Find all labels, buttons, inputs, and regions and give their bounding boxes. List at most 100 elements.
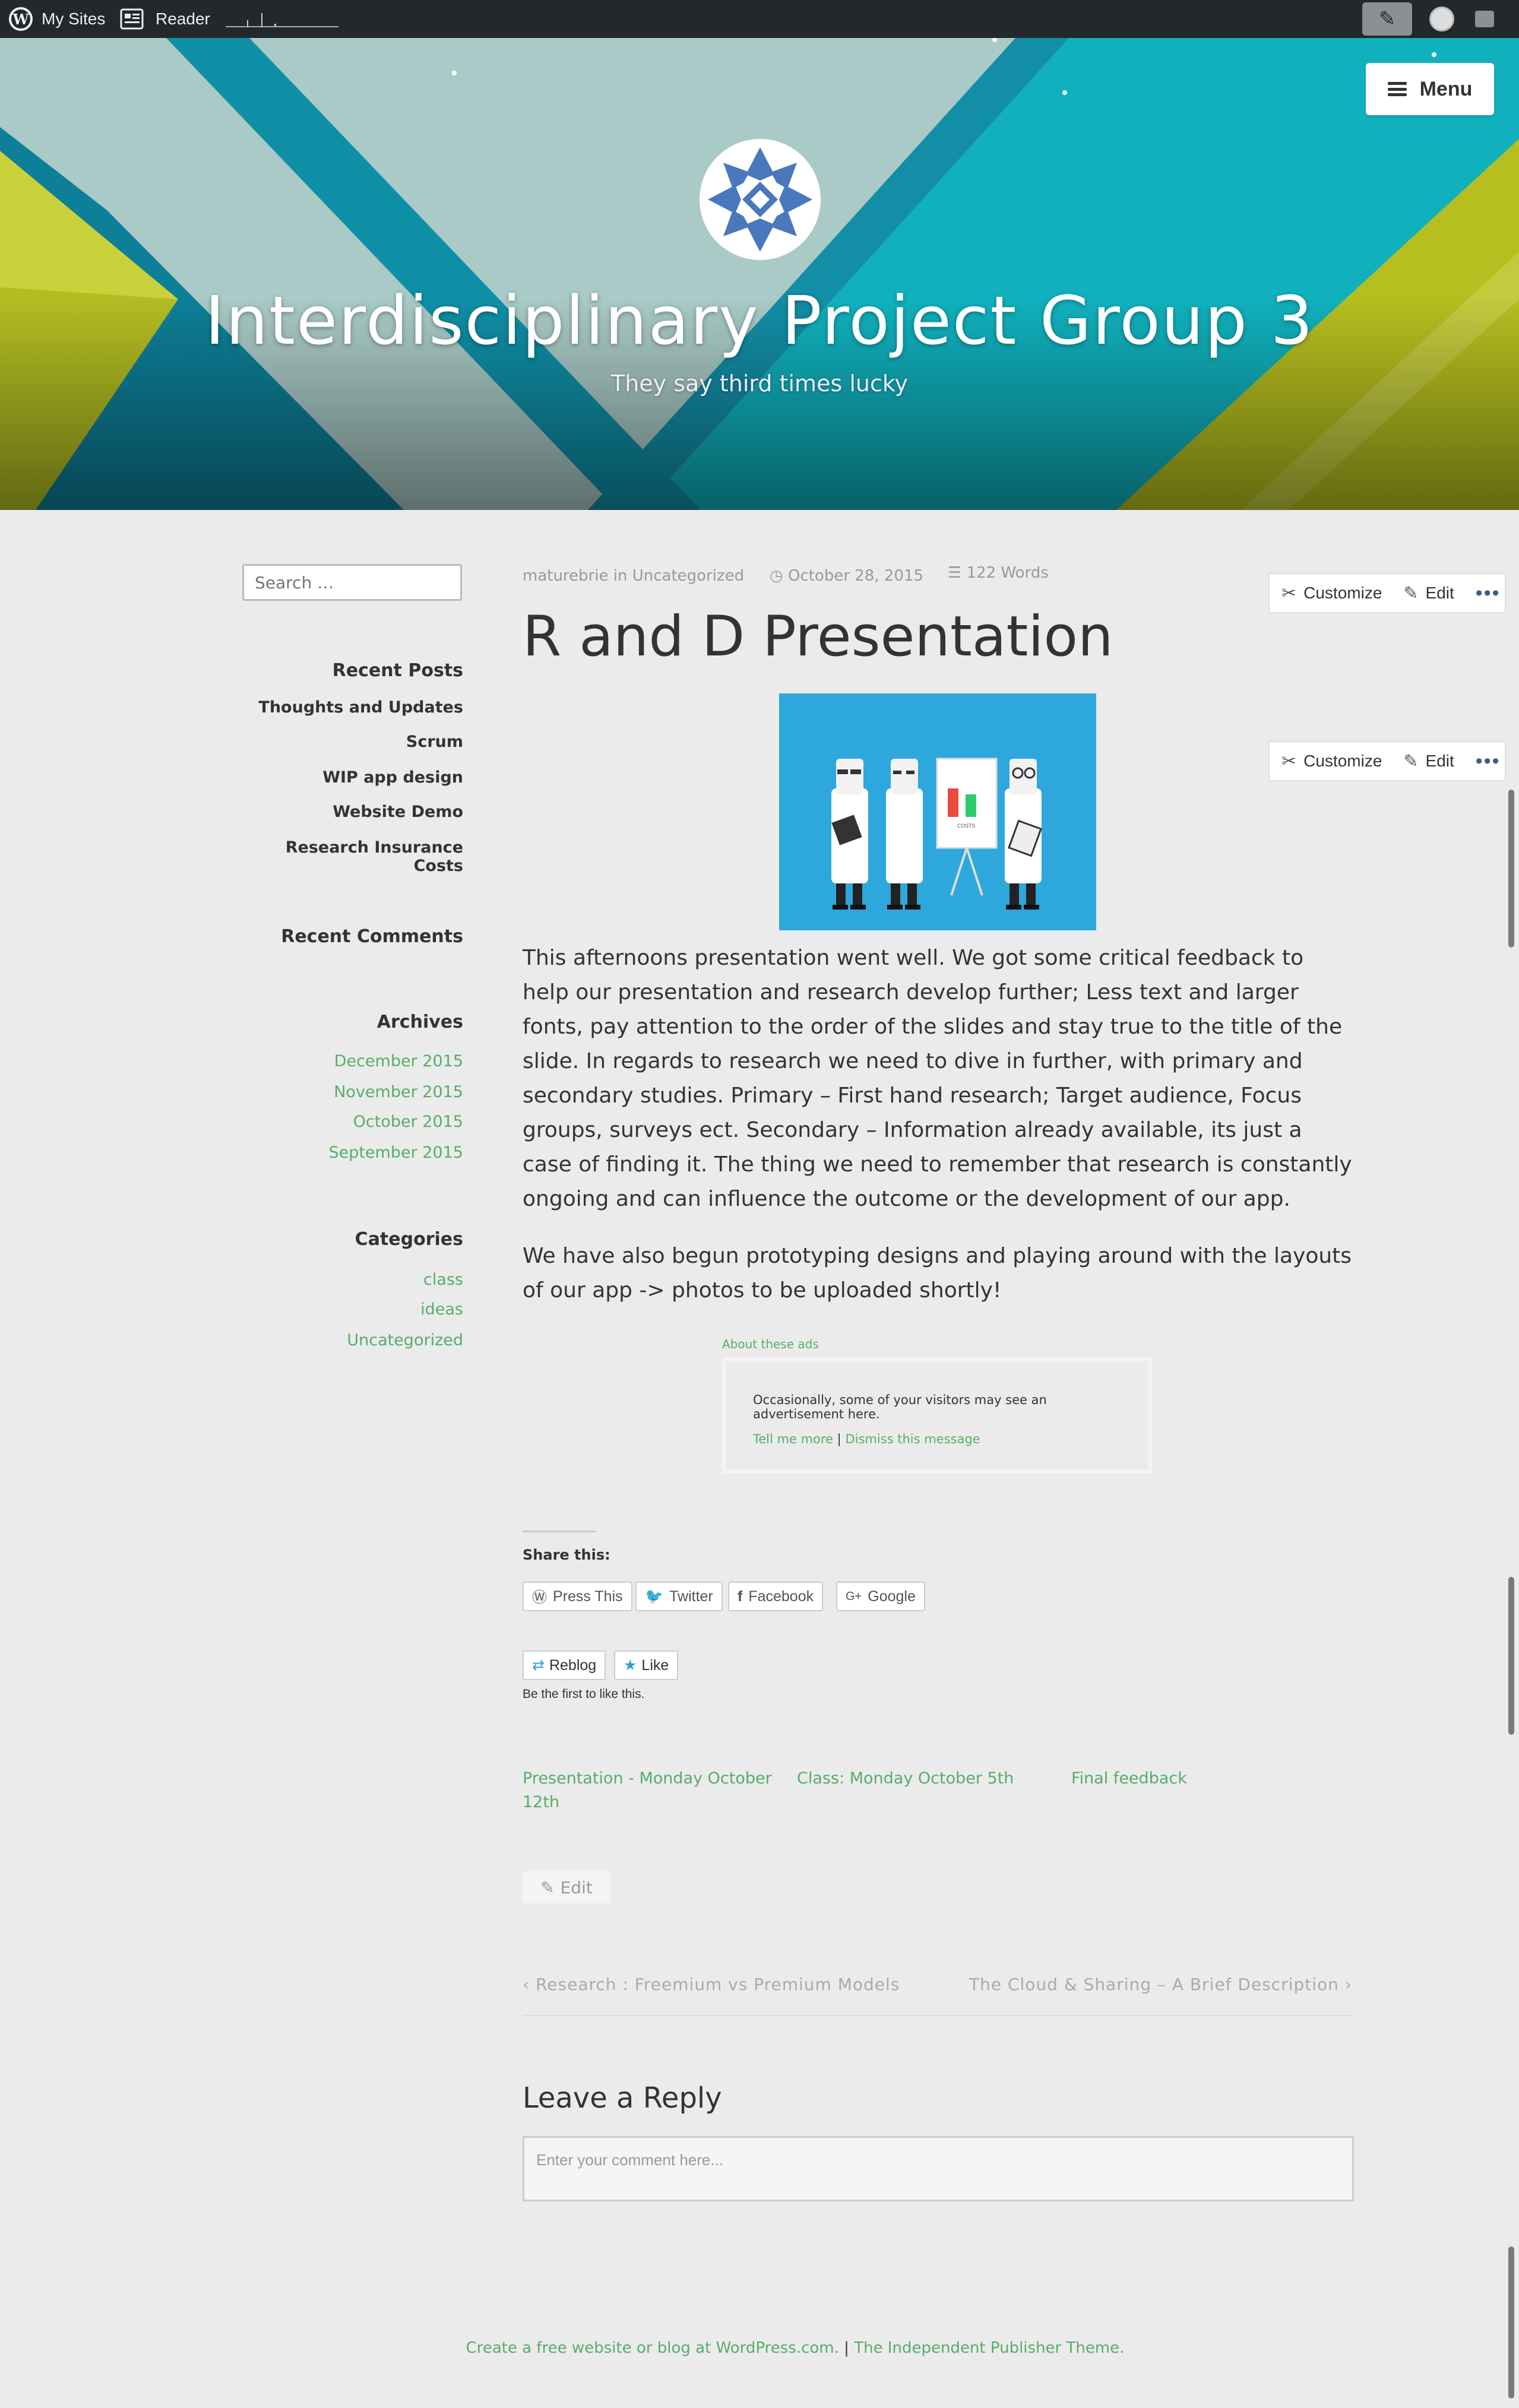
scrollbar-thumb[interactable] xyxy=(1508,1577,1514,1735)
share-divider xyxy=(523,1531,596,1532)
word-count-meta: ☰ 122 Words xyxy=(948,564,1049,582)
site-logo[interactable] xyxy=(700,139,821,260)
ad-notice-box: Occasionally, some of your visitors may … xyxy=(722,1357,1152,1474)
edit-toolbar: ✂ Customize ✎ Edit ••• xyxy=(1268,741,1506,781)
facebook-icon: f xyxy=(738,1588,743,1605)
share-title: Share this: xyxy=(523,1547,610,1563)
clock-icon: ◷ xyxy=(770,567,783,585)
post-paragraph: This afternoons presentation went well. … xyxy=(523,946,1352,1211)
reblog-icon: ⇄ xyxy=(532,1657,545,1674)
post-paragraph: We have also begun prototyping designs a… xyxy=(523,1244,1352,1303)
related-post-link[interactable]: Final feedback xyxy=(1071,1767,1321,1791)
star-icon: ★ xyxy=(624,1657,637,1674)
customize-icon: ✂ xyxy=(1281,583,1297,603)
post-title: R and D Presentation xyxy=(523,604,1113,669)
pencil-plus-icon: ✎ xyxy=(1362,2,1412,36)
pencil-icon: ✎ xyxy=(1403,751,1419,771)
more-options-icon[interactable]: ••• xyxy=(1476,750,1501,773)
author-link[interactable]: maturebrie xyxy=(523,567,608,585)
archive-link[interactable]: October 2015 xyxy=(353,1113,463,1131)
share-label: Twitter xyxy=(669,1588,713,1605)
navigation-divider xyxy=(523,2015,1354,2016)
more-options-icon[interactable]: ••• xyxy=(1476,582,1501,605)
stats-sparkline[interactable] xyxy=(226,0,344,38)
customize-button[interactable]: Customize xyxy=(1303,752,1382,771)
post-date[interactable]: October 28, 2015 xyxy=(788,567,923,585)
recent-post-link[interactable]: Website Demo xyxy=(333,803,463,821)
post-date-meta: ◷ October 28, 2015 xyxy=(770,567,923,585)
press-this-button[interactable]: Ⓦ Press This xyxy=(523,1582,632,1611)
theme-link[interactable]: The Independent Publisher Theme. xyxy=(854,2339,1124,2357)
footer-separator: | xyxy=(844,2339,849,2357)
category-link[interactable]: class xyxy=(423,1270,463,1289)
like-button[interactable]: ★ Like xyxy=(614,1650,679,1680)
category-link[interactable]: Uncategorized xyxy=(632,567,744,585)
notifications-icon[interactable] xyxy=(1470,0,1499,38)
google-share-button[interactable]: G+ Google xyxy=(836,1582,925,1611)
site-header: Menu Interdisciplinary Project Group 3 T… xyxy=(0,38,1519,510)
archives-title: Archives xyxy=(376,1012,463,1032)
twitter-share-button[interactable]: 🐦 Twitter xyxy=(635,1582,723,1611)
scrollbar-thumb[interactable] xyxy=(1508,2247,1514,2399)
archive-link[interactable]: December 2015 xyxy=(334,1052,463,1070)
header-background xyxy=(0,38,1519,510)
facebook-share-button[interactable]: f Facebook xyxy=(728,1582,824,1611)
post-edit-button[interactable]: ✎ Edit xyxy=(523,1871,610,1903)
hamburger-icon xyxy=(1387,82,1407,96)
recent-posts-title: Recent Posts xyxy=(332,660,463,681)
menu-button[interactable]: Menu xyxy=(1366,63,1494,115)
site-title[interactable]: Interdisciplinary Project Group 3 xyxy=(0,283,1519,360)
word-count-icon: ☰ xyxy=(948,564,962,582)
related-post-link[interactable]: Presentation - Monday October 12th xyxy=(523,1767,772,1814)
reply-title: Leave a Reply xyxy=(523,2081,722,2115)
previous-post-link[interactable]: ‹ Research : Freemium vs Premium Models xyxy=(523,1975,900,1994)
dismiss-message-link[interactable]: Dismiss this message xyxy=(845,1432,980,1446)
ad-link-separator: | xyxy=(837,1432,841,1446)
category-link[interactable]: ideas xyxy=(420,1300,463,1319)
edit-button[interactable]: Edit xyxy=(1426,752,1454,771)
wordpress-logo-icon[interactable]: W xyxy=(6,0,36,38)
customize-icon: ✂ xyxy=(1281,751,1297,771)
edit-toolbar: ✂ Customize ✎ Edit ••• xyxy=(1268,573,1506,613)
twitter-icon: 🐦 xyxy=(645,1588,664,1605)
next-post-title: The Cloud & Sharing – A Brief Descriptio… xyxy=(969,1975,1339,1994)
archive-link[interactable]: September 2015 xyxy=(328,1143,463,1162)
reader-link[interactable]: Reader xyxy=(156,0,210,38)
recent-post-link[interactable]: Thoughts and Updates xyxy=(258,698,463,717)
previous-post-title: Research : Freemium vs Premium Models xyxy=(536,1975,900,1994)
post-author-meta: maturebrie in Uncategorized xyxy=(523,567,744,585)
user-avatar[interactable] xyxy=(1428,0,1456,38)
pencil-icon: ✎ xyxy=(540,1877,555,1897)
about-ads-link[interactable]: About these ads xyxy=(722,1337,819,1351)
category-link[interactable]: Uncategorized xyxy=(347,1331,463,1349)
comment-input[interactable]: Enter your comment here... xyxy=(523,2136,1354,2201)
customize-button[interactable]: Customize xyxy=(1303,584,1382,603)
like-status-text: Be the first to like this. xyxy=(523,1687,645,1701)
write-post-button[interactable]: ✎ xyxy=(1362,0,1412,38)
categories-title: Categories xyxy=(355,1229,463,1250)
tell-me-more-link[interactable]: Tell me more xyxy=(753,1432,833,1446)
reader-icon[interactable] xyxy=(120,0,144,38)
chevron-right-icon: › xyxy=(1344,1975,1352,1994)
archive-link[interactable]: November 2015 xyxy=(334,1083,463,1101)
wordpress-link[interactable]: Create a free website or blog at WordPre… xyxy=(466,2339,839,2357)
recent-post-link[interactable]: Research Insurance Costs xyxy=(238,838,463,875)
reblog-button[interactable]: ⇄ Reblog xyxy=(523,1650,606,1680)
site-description: They say third times lucky xyxy=(611,370,908,397)
recent-comments-title: Recent Comments xyxy=(281,926,463,947)
search-input[interactable] xyxy=(242,564,462,601)
wordpress-icon: Ⓦ xyxy=(532,1589,548,1606)
like-label: Like xyxy=(641,1656,669,1674)
share-label: Facebook xyxy=(748,1588,814,1605)
post-featured-image[interactable]: COSTS xyxy=(779,693,1096,930)
related-post-link[interactable]: Class: Monday October 5th xyxy=(797,1767,1046,1791)
menu-label: Menu xyxy=(1419,77,1473,100)
meta-in-word: in xyxy=(613,567,628,585)
recent-post-link[interactable]: WIP app design xyxy=(322,768,463,787)
my-sites-link[interactable]: My Sites xyxy=(42,0,105,38)
scrollbar-thumb[interactable] xyxy=(1508,790,1514,948)
next-post-link[interactable]: The Cloud & Sharing – A Brief Descriptio… xyxy=(969,1975,1352,1994)
edit-button[interactable]: Edit xyxy=(1426,584,1454,603)
site-footer: Create a free website or blog at WordPre… xyxy=(0,2339,1519,2357)
recent-post-link[interactable]: Scrum xyxy=(406,733,463,751)
